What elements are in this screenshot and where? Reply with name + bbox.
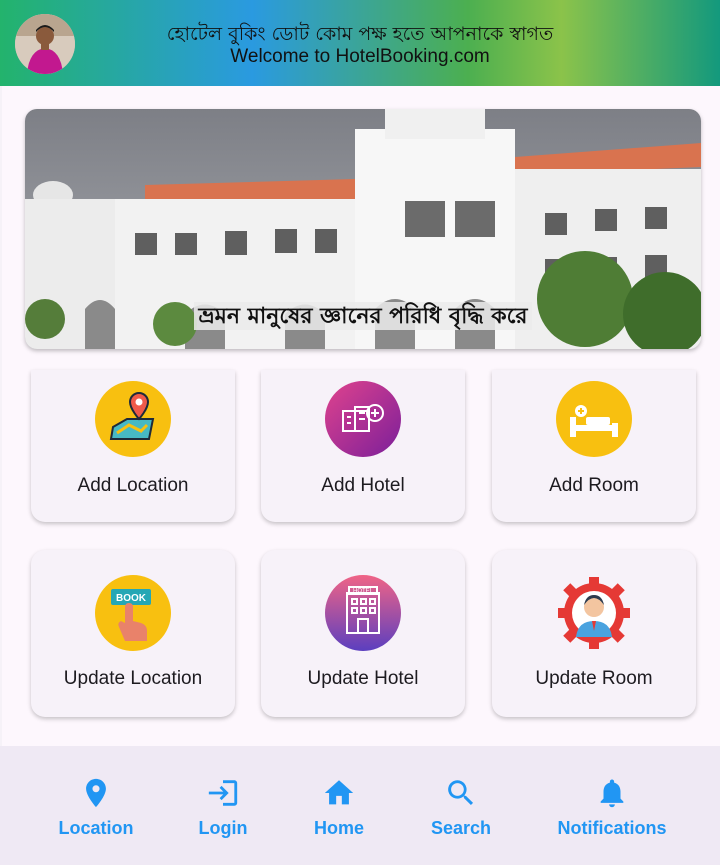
banner-image: ভ্রমন মানুষের জ্ঞানের পরিধি বৃদ্ধি করে [25,109,701,349]
nav-notifications[interactable]: Notifications [552,776,672,839]
banner-caption: ভ্রমন মানুষের জ্ঞানের পরিধি বৃদ্ধি করে [25,299,701,336]
hotel-building-icon: HOTEL [325,575,401,651]
nav-notifications-label: Notifications [557,818,667,838]
book-tap-icon: BOOK [95,575,171,651]
update-hotel-card[interactable]: HOTEL Update Hotel [261,550,465,717]
bed-icon [556,381,632,457]
bottom-navigation: Location Login Home Search Notifications [0,746,720,865]
add-room-label: Add Room [549,475,639,496]
svg-text:HOTEL: HOTEL [353,589,374,595]
update-room-card[interactable]: Update Room [492,550,696,717]
add-hotel-label: Add Hotel [321,475,405,496]
add-location-label: Add Location [77,475,189,496]
location-pin-icon [86,778,106,808]
add-hotel-card[interactable]: Add Hotel [261,370,465,522]
header-title-english: Welcome to HotelBooking.com [230,46,490,67]
search-icon [448,780,474,806]
hotel-add-icon [325,381,401,457]
update-room-label: Update Room [535,668,653,689]
nav-home-label: Home [313,818,364,838]
app-header: হোটেল বুকিং ডোট কোম পক্ষ হতে আপনাকে স্বা… [0,0,720,86]
add-room-card[interactable]: Add Room [492,370,696,522]
nav-location[interactable]: Location [56,776,136,839]
add-location-card[interactable]: Add Location [31,370,235,522]
nav-search[interactable]: Search [426,776,496,839]
nav-login[interactable]: Login [193,776,253,839]
nav-home[interactable]: Home [309,776,369,839]
bell-icon [600,779,624,808]
home-icon [324,780,354,805]
map-pin-icon [95,381,171,457]
login-icon [208,780,238,806]
nav-location-label: Location [58,818,134,838]
svg-text:BOOK: BOOK [116,593,147,604]
gear-person-icon [556,575,632,651]
update-location-card[interactable]: BOOK Update Location [31,550,235,717]
update-hotel-label: Update Hotel [307,668,419,689]
update-location-label: Update Location [63,668,203,689]
nav-search-label: Search [430,818,492,838]
nav-login-label: Login [198,818,248,838]
